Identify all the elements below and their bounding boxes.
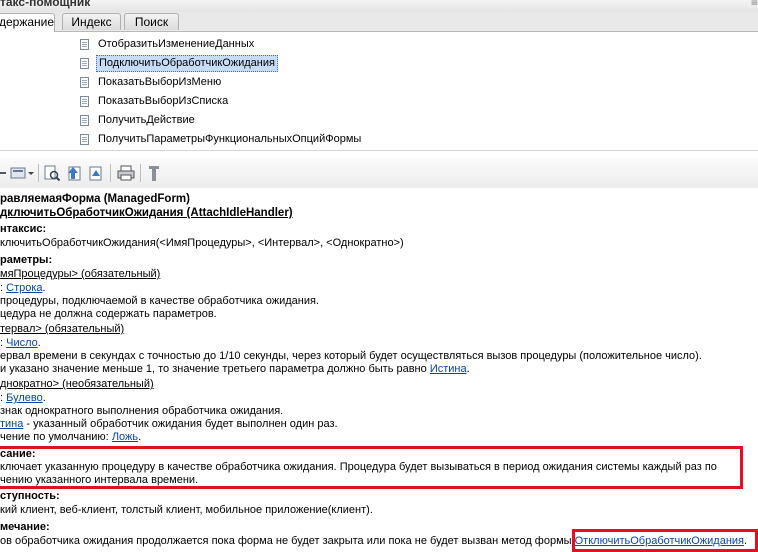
param-default-suffix: .	[138, 431, 142, 443]
tab-index[interactable]: Индекс	[62, 13, 121, 30]
note-text-body: ов обработчика ожидания продолжается пок…	[0, 535, 572, 547]
type-link[interactable]: Строка	[6, 282, 42, 294]
type-link[interactable]: Число	[6, 337, 38, 349]
value-link[interactable]: Ложь	[112, 431, 138, 443]
document-icon	[80, 77, 89, 88]
tree-item-label: ПоказатьВыборИзСписка	[98, 95, 229, 107]
param-desc: процедуры, подключаемой в качестве обраб…	[0, 295, 319, 307]
availability-title: ступность:	[0, 490, 60, 502]
tab-bar: держание Индекс Поиск	[0, 12, 758, 32]
param-desc: тина - указанный обработчик ожидания буд…	[0, 418, 338, 430]
window-title: такс-помощник	[0, 0, 91, 9]
tree-item[interactable]: ПоказатьВыборИзМеню	[80, 73, 223, 92]
highlight-box	[0, 446, 743, 489]
param-type: : Булево.	[0, 392, 46, 404]
print-icon[interactable]	[117, 164, 135, 182]
header-method: дключитьОбработчикОжидания (AttachIdleHa…	[0, 207, 293, 219]
tree-item-label: ПолучитьПараметрыФункциональныхОпцийФорм…	[98, 133, 362, 145]
param-type-prefix: :	[0, 282, 4, 294]
tree-item[interactable]: ПолучитьПараметрыФункциональныхОпцийФорм…	[80, 130, 363, 149]
document-icon	[80, 134, 89, 145]
toolbar-separator	[38, 164, 39, 182]
highlight-box	[572, 529, 758, 552]
document-icon	[80, 115, 89, 126]
value-link[interactable]: Истина	[430, 363, 467, 375]
param-type-suffix: .	[37, 337, 41, 349]
param-type-suffix: .	[42, 282, 46, 294]
param-name: мяПроцедуры> (обязательный)	[0, 268, 161, 280]
params-title: раметры:	[0, 254, 53, 266]
tree-item-label: ПолучитьДействие	[98, 114, 195, 126]
up-icon[interactable]	[65, 164, 83, 182]
param-type: : Строка.	[0, 282, 46, 294]
window-menu-button[interactable]: ≡	[751, 0, 758, 9]
tree-item-label: ПоказатьВыборИзМеню	[98, 76, 222, 88]
param-type-prefix: :	[0, 337, 4, 349]
contents-tree: ОтобразитьИзменениеДанных ПодключитьОбра…	[0, 32, 758, 151]
param-type-suffix: .	[42, 392, 46, 404]
find-icon[interactable]	[43, 164, 61, 182]
tree-item[interactable]: ПолучитьДействие	[80, 111, 197, 130]
param-default-text: чение по умолчанию:	[0, 431, 109, 443]
param-default: чение по умолчанию: Ложь.	[0, 431, 141, 443]
tree-item-label: ОтобразитьИзменениеДанных	[98, 38, 255, 50]
value-link[interactable]: тина	[0, 418, 23, 430]
tree-item-label: ПодключитьОбработчикОжидания	[96, 55, 278, 72]
note-title: мечание:	[0, 521, 50, 533]
header-object: равляемаяФорма (ManagedForm)	[0, 193, 190, 205]
document-icon	[80, 96, 89, 107]
type-link[interactable]: Булево	[6, 392, 43, 404]
sync-icon[interactable]	[87, 164, 105, 182]
param-desc: и указано значение меньше 1, то значение…	[0, 363, 470, 375]
syntax-title: нтаксис:	[0, 223, 47, 235]
param-name: тервал> (обязательный)	[0, 323, 125, 335]
tree-item[interactable]: ПоказатьВыборИзСписка	[80, 92, 230, 111]
param-type: : Число.	[0, 337, 41, 349]
tab-contents[interactable]: держание	[0, 13, 55, 32]
param-type-prefix: :	[0, 392, 4, 404]
help-toolbar	[0, 158, 758, 189]
param-desc: знак однократного выполнения обработчика…	[0, 405, 284, 417]
title-bar: такс-помощник ≡	[0, 0, 758, 12]
param-desc: цедура не должна содержать параметров.	[0, 308, 217, 320]
syntax-text: ключитьОбработчикОжидания(<ИмяПроцедуры>…	[0, 237, 404, 249]
param-desc: ервал времени в секундах с точностью до …	[0, 350, 702, 362]
back-icon[interactable]	[0, 164, 6, 182]
param-desc-text: и указано значение меньше 1, то значение…	[0, 363, 427, 375]
toolbar-separator	[140, 164, 141, 182]
param-desc-text: - указанный обработчик ожидания будет вы…	[23, 418, 338, 430]
settings-icon[interactable]	[146, 164, 162, 182]
document-icon	[80, 58, 89, 69]
tree-item[interactable]: ОтобразитьИзменениеДанных	[80, 35, 256, 54]
toolbar-separator	[110, 164, 111, 182]
dropdown-arrow-icon[interactable]	[27, 164, 35, 182]
tree-item-selected[interactable]: ПодключитьОбработчикОжидания	[80, 54, 278, 73]
document-icon	[80, 39, 89, 50]
view-icon[interactable]	[10, 164, 26, 182]
param-name: днократно> (необязательный)	[0, 378, 154, 390]
availability-text: кий клиент, веб-клиент, толстый клиент, …	[0, 504, 373, 516]
help-content: равляемаяФорма (ManagedForm) дключитьОбр…	[0, 188, 758, 552]
tab-search[interactable]: Поиск	[124, 13, 179, 30]
param-desc-suffix: .	[466, 363, 470, 375]
